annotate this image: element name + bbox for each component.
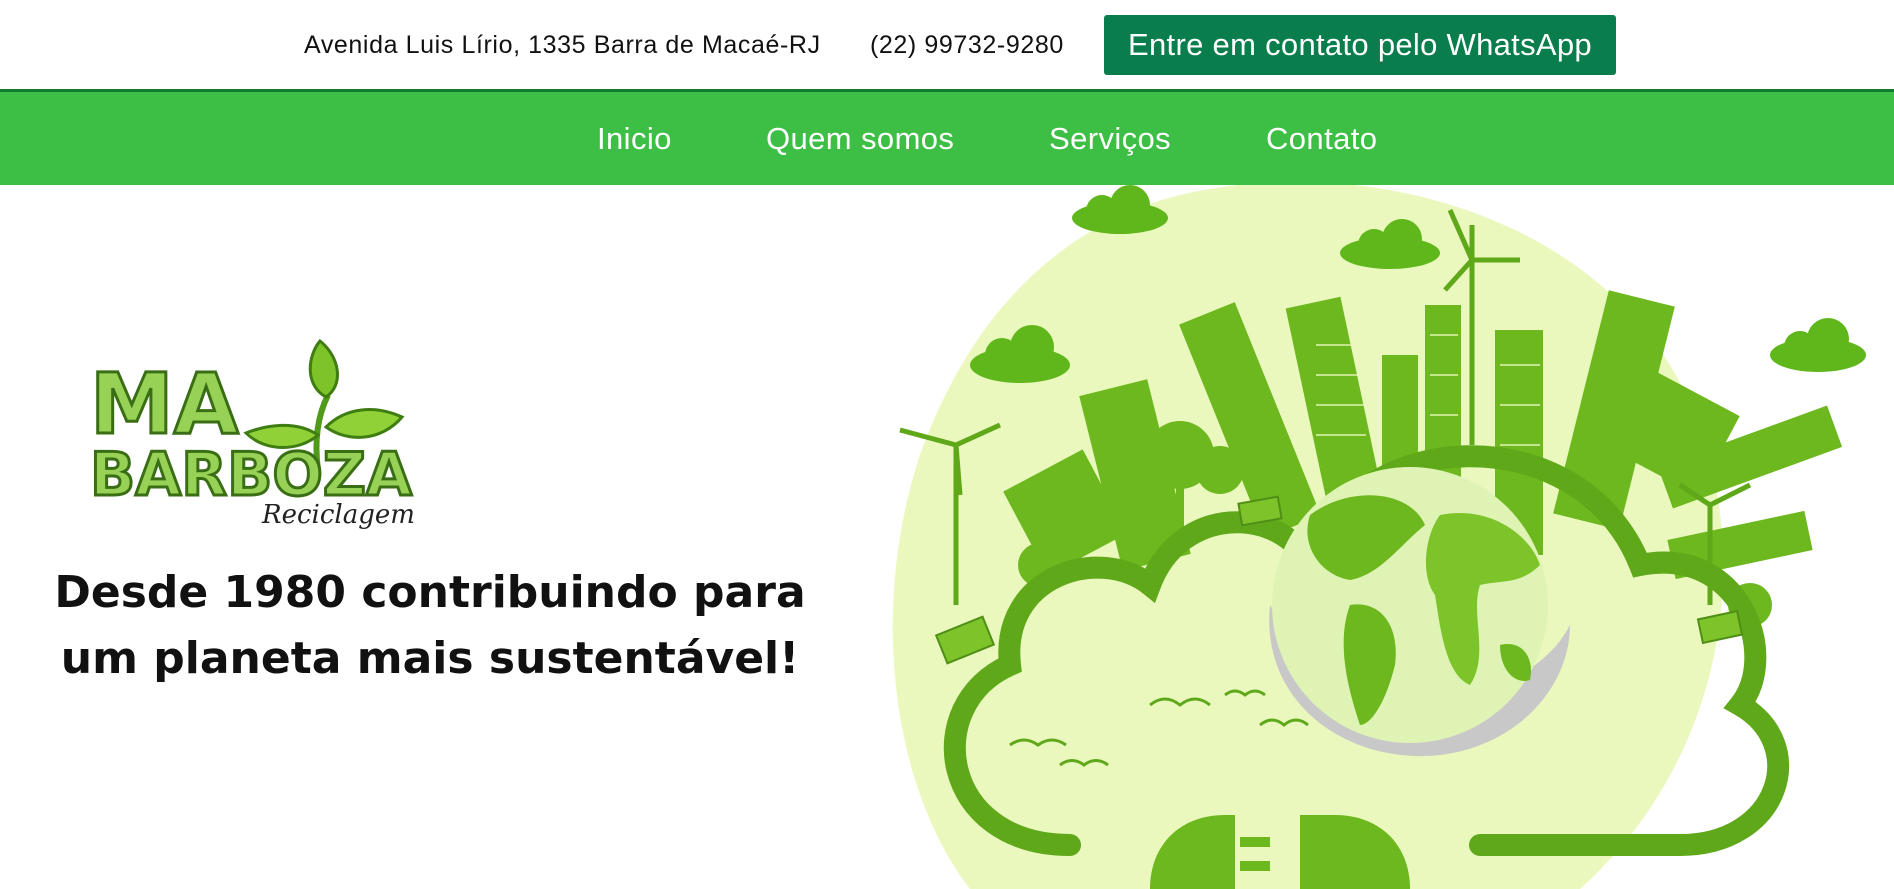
- top-bar: Avenida Luis Lírio, 1335 Barra de Macaé-…: [0, 0, 1894, 92]
- tagline-line-1: Desde 1980 contribuindo para: [54, 567, 806, 618]
- address-text: Avenida Luis Lírio, 1335 Barra de Macaé-…: [304, 31, 821, 59]
- nav-item-contato[interactable]: Contato: [1266, 121, 1377, 157]
- nav-item-quem-somos[interactable]: Quem somos: [766, 121, 954, 157]
- hero-tagline: Desde 1980 contribuindo para um planeta …: [0, 560, 860, 692]
- hero-section: MA BARBOZA Reciclagem Desde 1980 contrib…: [0, 185, 1894, 889]
- logo-subtitle: Reciclagem: [262, 500, 415, 530]
- tagline-line-2: um planeta mais sustentável!: [60, 633, 800, 684]
- whatsapp-contact-button[interactable]: Entre em contato pelo WhatsApp: [1104, 15, 1616, 75]
- main-nav: Inicio Quem somos Serviços Contato: [0, 92, 1894, 185]
- phone-text[interactable]: (22) 99732-9280: [870, 31, 1064, 60]
- nav-item-servicos[interactable]: Serviços: [1049, 121, 1171, 157]
- nav-item-inicio[interactable]: Inicio: [597, 121, 672, 157]
- svg-text:MA: MA: [90, 355, 239, 453]
- sustainable-city-globe-illustration: [892, 185, 1866, 889]
